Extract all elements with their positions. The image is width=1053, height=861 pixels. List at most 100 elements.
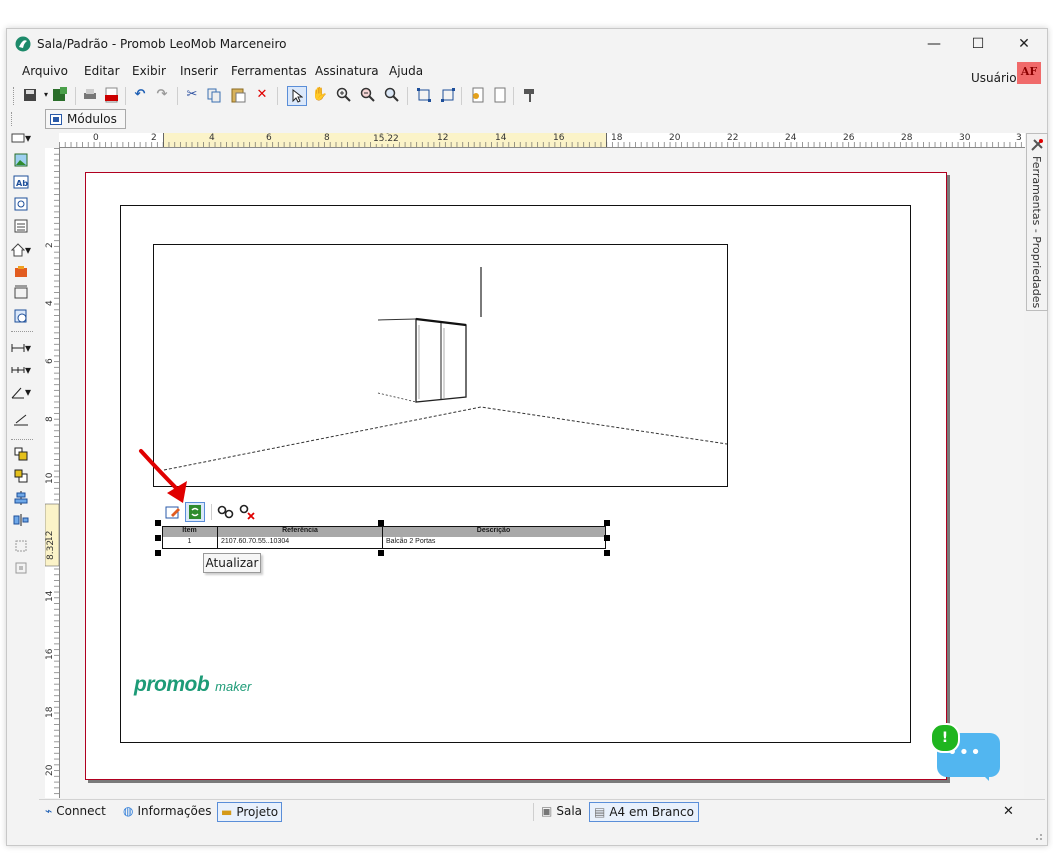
- zoom-in-icon[interactable]: [335, 86, 353, 104]
- table-header-item: Item: [182, 527, 197, 534]
- left-toolbar-separator: [11, 331, 33, 332]
- dimension-line-tool-icon[interactable]: ▾: [11, 339, 31, 357]
- ruler-label: 24: [785, 133, 797, 143]
- minimize-button[interactable]: —: [919, 33, 949, 55]
- toolbar-separator: [177, 87, 178, 105]
- unlink-icon[interactable]: [239, 504, 257, 520]
- zoom-fit-icon[interactable]: [383, 86, 401, 104]
- tab-projeto[interactable]: ▬ Projeto: [217, 802, 283, 822]
- bottom-tabs-bar: ⌁ Connect ◍ Informações ▬ Projeto ▣ Sala…: [39, 799, 1045, 824]
- status-separator: [533, 803, 534, 821]
- delete-icon[interactable]: ✕: [253, 86, 271, 104]
- tab-informacoes-label: Informações: [137, 804, 212, 818]
- text-tool-icon[interactable]: Ab: [11, 173, 31, 191]
- selection-handle[interactable]: [155, 535, 161, 541]
- paste-icon[interactable]: [229, 86, 247, 104]
- tab-connect-label: Connect: [56, 804, 106, 818]
- tab-a4-em-branco[interactable]: ▤ A4 em Branco: [589, 802, 699, 822]
- chat-notification-badge[interactable]: !: [930, 723, 960, 753]
- refresh-icon: [189, 505, 201, 519]
- frame-select-icon[interactable]: [415, 86, 433, 104]
- image-tool-icon[interactable]: [11, 151, 31, 169]
- menu-editar[interactable]: Editar: [84, 64, 120, 78]
- maximize-button[interactable]: ☐: [963, 33, 993, 55]
- tab-projeto-label: Projeto: [236, 805, 279, 819]
- selection-handle[interactable]: [604, 550, 610, 556]
- properties-page-icon[interactable]: [469, 86, 487, 104]
- ruler-label: 22: [727, 133, 739, 143]
- redo-icon[interactable]: ↷: [153, 86, 171, 104]
- house-tool-icon[interactable]: ▾: [11, 241, 31, 259]
- promob-maker-logo: promob maker: [134, 673, 251, 697]
- toolbar-separator: [407, 87, 408, 105]
- furniture-tool-icon[interactable]: [11, 263, 31, 281]
- tab-connect[interactable]: ⌁ Connect: [45, 804, 106, 818]
- tab-modulos[interactable]: Módulos: [45, 109, 126, 129]
- page-icon: ▤: [594, 805, 606, 819]
- selection-handle[interactable]: [155, 550, 161, 556]
- selection-handle[interactable]: [604, 535, 610, 541]
- ruler-label: 2: [151, 133, 157, 143]
- horizontal-cursor-readout: 15.22: [373, 134, 399, 144]
- align-center-icon[interactable]: [11, 489, 31, 507]
- tools-icon: [1031, 139, 1043, 151]
- menu-assinatura[interactable]: Assinatura: [315, 64, 379, 78]
- menu-ajuda[interactable]: Ajuda: [389, 64, 423, 78]
- width-dimension-tool-icon[interactable]: [11, 283, 31, 301]
- distribute-icon[interactable]: [11, 511, 31, 529]
- page-gauge-tool-icon[interactable]: [11, 307, 31, 325]
- send-back-icon[interactable]: [11, 467, 31, 485]
- close-button[interactable]: ✕: [1009, 33, 1039, 55]
- menu-ferramentas[interactable]: Ferramentas: [231, 64, 307, 78]
- user-avatar[interactable]: AF: [1017, 62, 1041, 84]
- tab-sala[interactable]: ▣ Sala: [541, 804, 582, 818]
- side-panel-tab[interactable]: Ferramentas - Propriedades: [1026, 133, 1048, 311]
- ruler-label: 18: [611, 133, 623, 143]
- tab-informacoes[interactable]: ◍ Informações: [123, 804, 212, 818]
- ruler-label: 20: [669, 133, 681, 143]
- link-icon[interactable]: [217, 504, 235, 520]
- rectangle-tool-icon[interactable]: ▾: [11, 129, 31, 147]
- cut-icon[interactable]: ✂: [183, 86, 201, 104]
- ruler-label: 28: [901, 133, 913, 143]
- undo-icon[interactable]: ↶: [131, 86, 149, 104]
- tab-sala-label: Sala: [556, 804, 583, 818]
- pdf-export-icon[interactable]: [103, 86, 121, 104]
- toolbar-separator: [461, 87, 462, 105]
- items-table[interactable]: Item Referência Descrição 1 2107.60.70.5…: [162, 526, 606, 550]
- edit-table-icon[interactable]: [165, 504, 181, 520]
- modules-grip: [11, 112, 40, 126]
- bring-front-icon[interactable]: [11, 445, 31, 463]
- menu-inserir[interactable]: Inserir: [180, 64, 218, 78]
- copy-icon[interactable]: [205, 86, 223, 104]
- ruler-label: 4: [209, 133, 215, 143]
- resize-grip[interactable]: [1031, 829, 1043, 841]
- angle-dimension-tool-icon[interactable]: ▾: [11, 383, 31, 401]
- left-toolbar: ▾ Ab ▾ ▾ ▾ ▾: [7, 129, 39, 629]
- chain-dimension-tool-icon[interactable]: ▾: [11, 361, 31, 379]
- ungroup-disabled-icon[interactable]: [11, 559, 31, 577]
- selection-handle[interactable]: [378, 520, 384, 526]
- group-disabled-icon[interactable]: [11, 537, 31, 555]
- frame-fit-icon[interactable]: [439, 86, 457, 104]
- zoom-out-icon[interactable]: [359, 86, 377, 104]
- close-tab-icon[interactable]: ✕: [1003, 804, 1014, 819]
- view-3d-tool-icon[interactable]: [11, 195, 31, 213]
- ruler-label: 6: [266, 133, 272, 143]
- save-as-icon[interactable]: [51, 86, 69, 104]
- list-tool-icon[interactable]: [11, 217, 31, 235]
- menu-exibir[interactable]: Exibir: [132, 64, 166, 78]
- pan-hand-icon[interactable]: ✋: [311, 86, 329, 104]
- select-pointer-icon[interactable]: [287, 86, 307, 106]
- refresh-button[interactable]: [185, 502, 205, 522]
- selection-handle[interactable]: [155, 520, 161, 526]
- blank-page-icon[interactable]: [491, 86, 509, 104]
- format-painter-icon[interactable]: [521, 86, 539, 104]
- selection-handle[interactable]: [378, 550, 384, 556]
- selection-handle[interactable]: [604, 520, 610, 526]
- measure-angle-tool-icon[interactable]: [11, 411, 31, 429]
- print-icon[interactable]: [81, 86, 99, 104]
- ruler-label: 3: [1016, 133, 1022, 143]
- view-3d-box[interactable]: [153, 244, 728, 487]
- menu-arquivo[interactable]: Arquivo: [22, 64, 68, 78]
